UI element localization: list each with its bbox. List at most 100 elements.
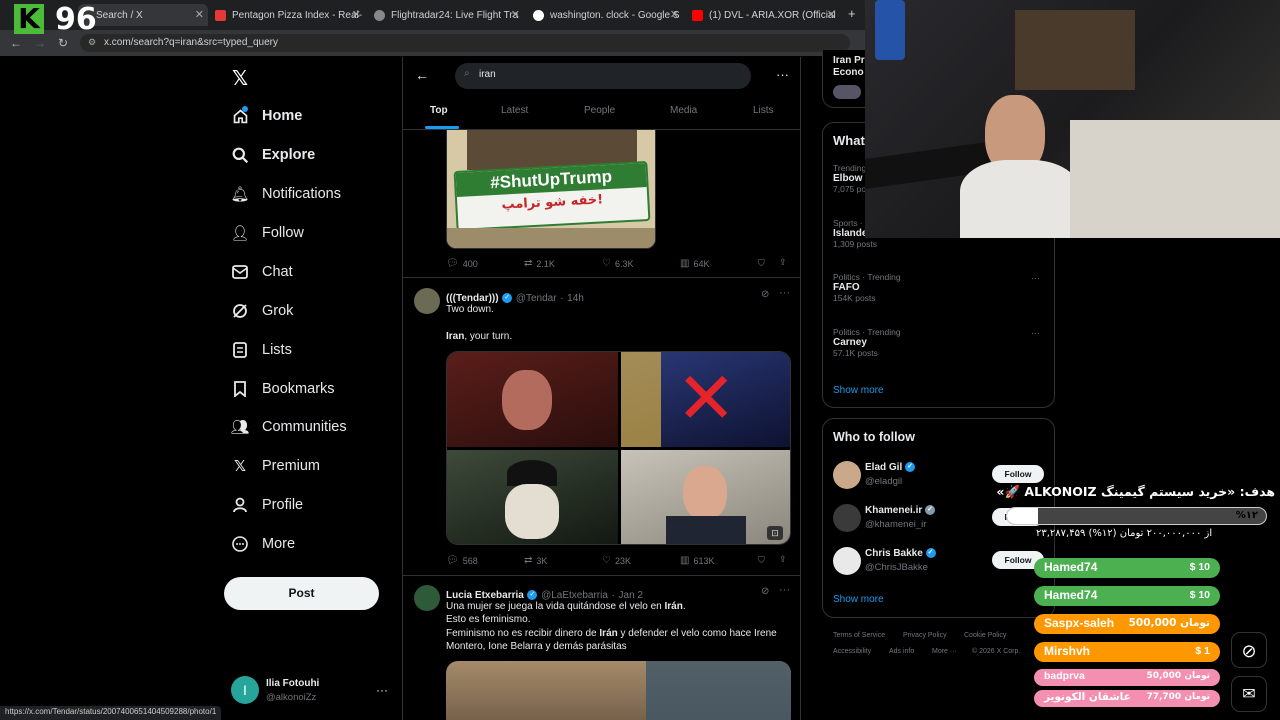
user-handle[interactable]: @Tendar [516,293,557,304]
sidebar-item-profile[interactable]: Profile [230,490,303,520]
divider [403,277,800,278]
messages-floating-icon[interactable]: ✉ [1231,676,1267,712]
trend-more-icon[interactable]: ··· [1031,273,1040,283]
tab-search-x[interactable]: Search / X ✕ [78,4,208,26]
bookmark-icon[interactable]: ⛉ [758,258,765,269]
sidebar-item-label: Grok [262,303,294,319]
trend-more-icon[interactable]: ··· [1031,328,1040,338]
section-title: What [833,133,865,148]
sidebar-item-lists[interactable]: Lists [230,335,292,365]
view-count: 613K [693,555,715,566]
views-button[interactable]: ▥ 64K [680,258,709,269]
post-time[interactable]: 14h [567,293,584,304]
share-icon[interactable]: ⇪ [779,554,787,565]
suggestion-name[interactable]: Elad Gil ✓ [865,462,916,473]
repost-button[interactable]: ⇄ 3K [524,555,547,566]
footer-link[interactable]: Terms of Service [833,632,885,639]
tab-latest[interactable]: Latest [501,105,528,116]
bookmark-icon[interactable]: ⛉ [758,555,765,566]
tab-people[interactable]: People [584,105,615,116]
post-more-icon[interactable]: ··· [779,584,790,596]
suggestion-name[interactable]: Chris Bakke ✓ [865,548,936,559]
sidebar-item-premium[interactable]: 𝕏 Premium [230,451,320,481]
like-button[interactable]: ♡ 23K [602,555,631,566]
tab-google-search[interactable]: washington. clock - Google S ✕ [533,4,683,26]
grid-photo-1[interactable] [447,352,618,447]
sidebar-item-notifications[interactable]: 🔔︎ Notifications [230,179,341,209]
tab-flightradar[interactable]: Flightradar24: Live Flight Tra ✕ [374,4,524,26]
footer-link[interactable]: Accessibility [833,648,871,655]
tab-youtube[interactable]: (1) DVL - ARIA.XOR (Official ✕ [692,4,840,26]
site-info-icon[interactable]: ⚙ [88,37,96,48]
avatar[interactable] [833,504,861,532]
like-count: 6.3K [614,258,634,269]
more-options-icon[interactable]: ··· [776,67,789,82]
tab-title: (1) DVL - ARIA.XOR (Official [709,9,836,21]
close-icon[interactable]: ✕ [827,8,836,21]
url-field[interactable]: ⚙ x.com/search?q=iran&src=typed_query [80,34,850,52]
sidebar-item-home[interactable]: Home [230,101,302,131]
share-icon[interactable]: ⇪ [779,257,787,268]
footer-link[interactable]: Cookie Policy [964,632,1006,639]
views-button[interactable]: ▥ 613K [680,555,714,566]
close-icon[interactable]: ✕ [195,8,204,21]
like-button[interactable]: ♡ 6.3K [602,258,633,269]
reply-button[interactable]: 💬︎ 400 [446,258,478,269]
alt-image-icon[interactable]: ⊡ [767,526,783,540]
sidebar-item-communities[interactable]: 👥︎ Communities [230,412,346,442]
account-menu-icon[interactable]: ··· [376,683,388,697]
grok-floating-icon[interactable]: ⊘ [1231,632,1267,668]
avatar[interactable]: I [231,676,259,704]
sidebar-item-bookmarks[interactable]: Bookmarks [230,374,335,404]
account-name[interactable]: Ilia Fotouhi [266,678,319,689]
trend-item[interactable]: Politics · Trending Carney 57.1K posts [833,327,901,358]
new-tab-icon[interactable]: + [848,6,856,21]
close-icon[interactable]: ✕ [670,8,679,21]
grok-icon[interactable]: ⊘ [761,289,769,300]
trend-item[interactable]: Politics · Trending FAFO 154K posts [833,272,901,303]
sidebar-item-follow[interactable]: 👤︎ Follow [230,218,303,248]
sidebar-item-grok[interactable]: Grok [230,296,293,326]
reply-icon: 💬︎ [446,555,459,566]
footer-link[interactable]: Ads info [889,648,914,655]
x-logo-icon[interactable]: 𝕏 [232,66,248,90]
post-more-icon[interactable]: ··· [779,287,790,299]
footer-link[interactable]: Privacy Policy [903,632,947,639]
tab-pentagon-pizza[interactable]: Pentagon Pizza Index - Real- ✕ [215,4,365,26]
reply-button[interactable]: 💬︎ 568 [446,555,478,566]
tab-top[interactable]: Top [430,105,448,116]
post-image[interactable]: #ShutUpTrump خفه شو ترامپ! [446,129,656,249]
sidebar-item-explore[interactable]: Explore [230,140,315,170]
back-arrow-icon[interactable]: ← [415,67,429,83]
tab-lists[interactable]: Lists [753,105,774,116]
show-more-link[interactable]: Show more [833,594,884,605]
grid-photo-4[interactable]: ⊡ [621,450,790,544]
reload-icon[interactable]: ↻ [58,36,68,50]
close-icon[interactable]: ✕ [352,8,361,21]
grid-photo-2[interactable]: ✕ [621,352,790,447]
suggestion-name[interactable]: Khamenei.ir ✓ [865,505,936,516]
flag-shape [621,352,661,447]
post-button[interactable]: Post [224,577,379,610]
forward-icon[interactable]: → [34,36,46,50]
avatar[interactable] [833,547,861,575]
show-more-link[interactable]: Show more [833,385,884,396]
grid-photo-3[interactable] [447,450,618,544]
back-icon[interactable]: ← [10,36,22,50]
grok-icon [230,301,250,321]
avatar[interactable] [833,461,861,489]
trend-item[interactable]: Trending Elbow 7,075 po [833,163,866,194]
tab-media[interactable]: Media [670,105,697,116]
search-input[interactable]: ⌕ iran [455,63,751,89]
footer-link[interactable]: More ··· [932,648,957,655]
post-video[interactable] [446,661,791,720]
sidebar-item-more[interactable]: More [230,529,295,559]
close-icon[interactable]: ✕ [511,8,520,21]
repost-button[interactable]: ⇄ 2.1K [524,258,555,269]
heart-icon: ♡ [602,258,611,269]
avatar[interactable] [414,288,440,314]
sidebar-item-chat[interactable]: Chat [230,257,293,287]
follow-button[interactable]: Follow [992,465,1044,483]
grok-icon[interactable]: ⊘ [761,586,769,597]
avatar[interactable] [414,585,440,611]
